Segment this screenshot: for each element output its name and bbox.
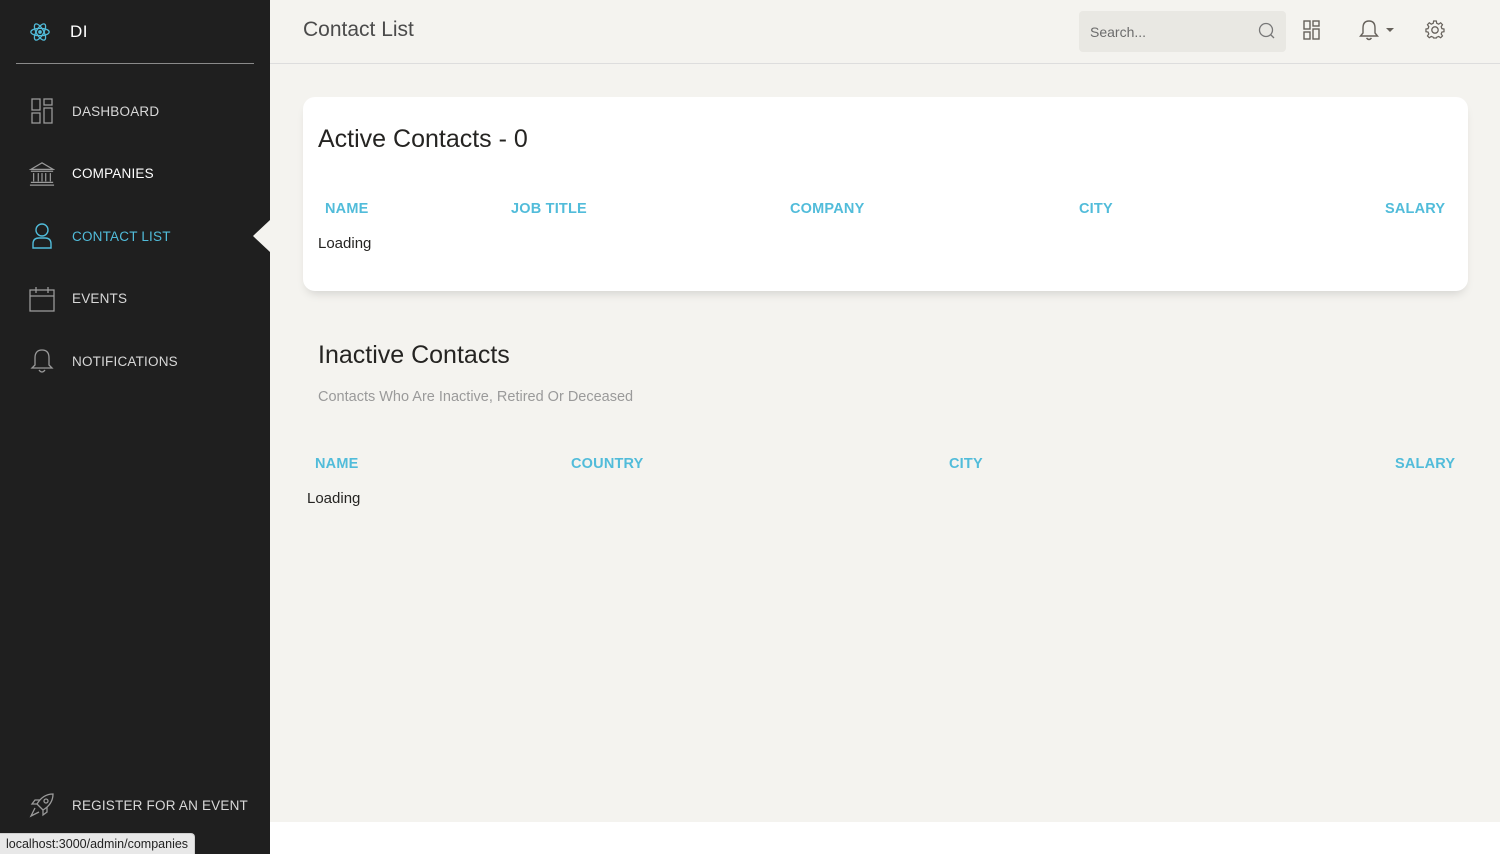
gear-icon [1425,20,1445,39]
bank-icon [29,161,55,187]
react-logo-icon [30,22,50,41]
calendar-icon [29,286,55,312]
top-navbar: Contact List [270,0,1500,64]
sidebar: DI DASHBOARD COMPANIES CONTACT LIST EVEN… [0,0,270,854]
sidebar-item-label: CONTACT LIST [72,228,171,244]
search-icon[interactable] [1257,22,1275,40]
main-content: Contact List Search... Active Contacts -… [270,0,1500,822]
loading-text: Loading [307,490,361,507]
loading-text: Loading [318,235,372,252]
footer-area [270,822,1500,854]
search-input[interactable] [1079,11,1254,52]
sidebar-item-label: EVENTS [72,291,128,307]
sidebar-item-contact-list[interactable]: CONTACT LIST [0,205,270,268]
inactive-contacts-subtitle: Contacts Who Are Inactive, Retired Or De… [318,389,634,405]
brand[interactable]: DI [16,0,254,64]
sidebar-nav: DASHBOARD COMPANIES CONTACT LIST EVENTS … [0,80,270,393]
status-bar-url: localhost:3000/admin/companies [0,833,196,854]
dashboard-icon [1303,20,1320,40]
column-header-job-title: JOB TITLE [511,201,587,217]
sidebar-item-events[interactable]: EVENTS [0,268,270,331]
sidebar-item-label: DASHBOARD [72,103,160,119]
column-header-country: COUNTRY [571,456,644,472]
register-event-link[interactable]: REGISTER FOR AN EVENT [0,780,270,830]
column-header-salary: SALARY [1385,201,1446,217]
notifications-dropdown[interactable] [1355,18,1399,42]
column-header-name: NAME [325,201,369,217]
active-indicator [253,220,270,253]
column-header-company: COMPANY [790,201,865,217]
dashboard-icon [29,98,55,124]
caret-down-icon [1386,28,1394,32]
rocket-icon [29,792,55,818]
page-title: Contact List [303,18,414,41]
column-header-salary: SALARY [1395,456,1456,472]
inactive-contacts-title: Inactive Contacts [318,341,510,369]
bell-icon [1359,20,1379,41]
sidebar-item-label: COMPANIES [72,166,154,182]
search-box [1079,11,1286,52]
sidebar-item-companies[interactable]: COMPANIES [0,143,270,206]
register-event-label: REGISTER FOR AN EVENT [72,798,248,813]
active-contacts-card: Active Contacts - 0 NAME JOB TITLE COMPA… [303,97,1468,291]
active-contacts-title: Active Contacts - 0 [318,125,528,153]
sidebar-item-notifications[interactable]: NOTIFICATIONS [0,330,270,393]
sidebar-item-dashboard[interactable]: DASHBOARD [0,80,270,143]
settings-button[interactable] [1423,18,1447,42]
column-header-city: CITY [1079,201,1113,217]
sidebar-item-label: NOTIFICATIONS [72,353,178,369]
column-header-name: NAME [315,456,359,472]
bell-icon [29,348,55,374]
user-icon [29,223,55,249]
column-header-city: CITY [949,456,983,472]
brand-name: DI [70,21,88,41]
layout-grid-button[interactable] [1300,18,1324,42]
